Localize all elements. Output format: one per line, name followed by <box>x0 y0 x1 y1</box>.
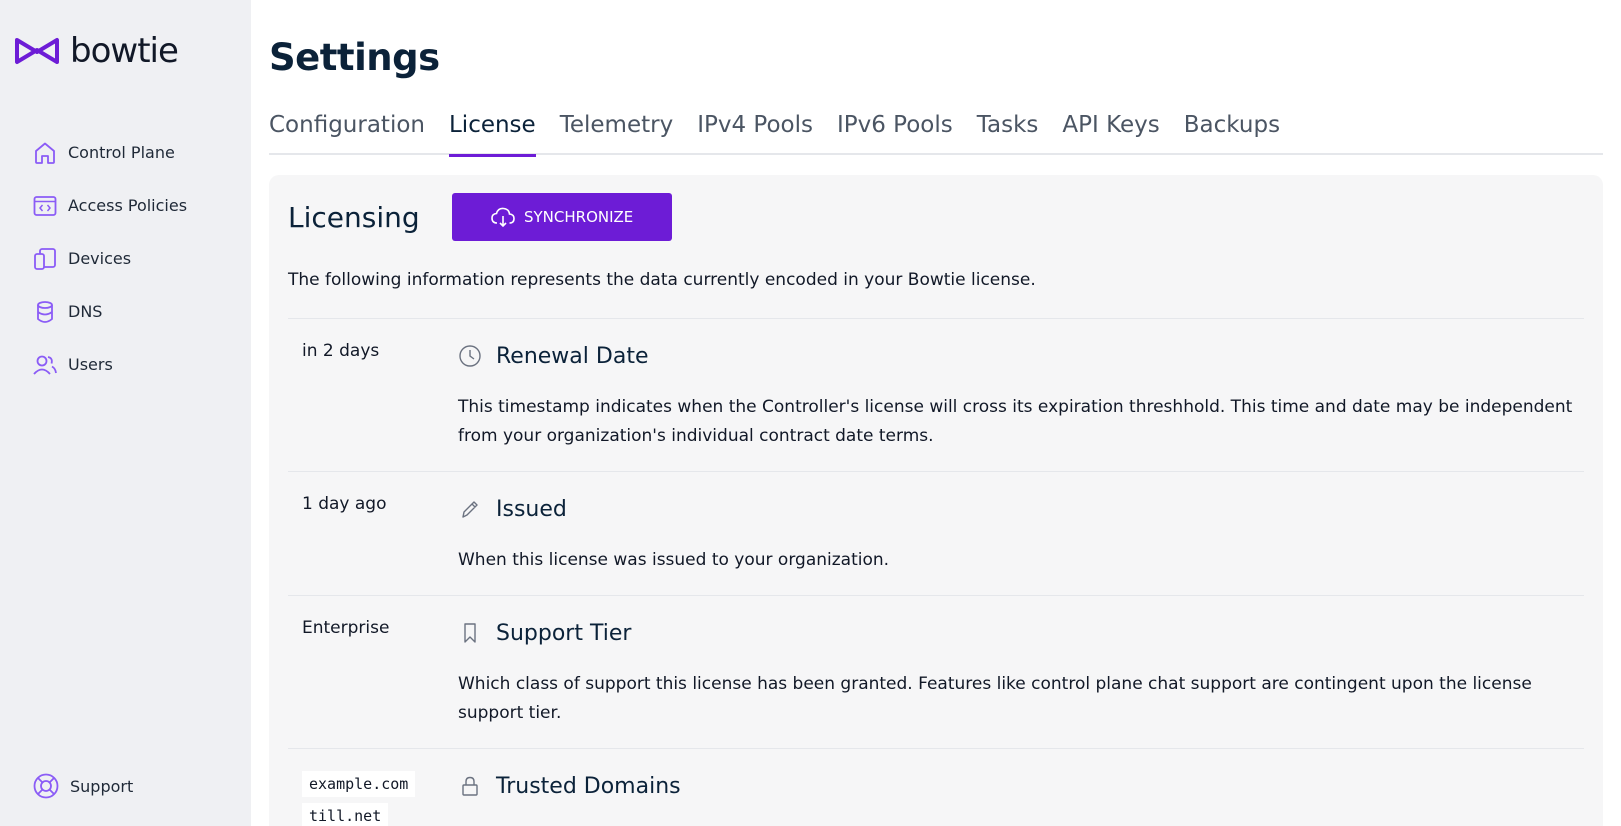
license-row-support-tier: Enterprise Support Tier Which class of s… <box>288 595 1584 748</box>
license-rows: in 2 days Renewal Date This timestamp in… <box>288 318 1584 826</box>
tab-ipv4-pools[interactable]: IPv4 Pools <box>697 112 813 155</box>
clock-icon <box>459 345 481 367</box>
issued-title: Issued <box>496 496 567 522</box>
licensing-header: Licensing SYNCHRONIZE <box>288 193 672 241</box>
devices-icon <box>34 247 56 270</box>
sidebar: bowtie Control Plane Access Policies Dev… <box>0 0 251 826</box>
license-row-renewal-date: in 2 days Renewal Date This timestamp in… <box>288 318 1584 471</box>
bowtie-logo[interactable]: bowtie <box>14 31 179 71</box>
sidebar-item-dns[interactable]: DNS <box>32 285 187 338</box>
home-icon <box>35 142 55 164</box>
lifebuoy-icon <box>33 773 59 799</box>
page-title: Settings <box>269 36 440 79</box>
sidebar-item-control-plane[interactable]: Control Plane <box>32 126 187 179</box>
tab-configuration[interactable]: Configuration <box>269 112 425 155</box>
issued-value: 1 day ago <box>302 494 387 514</box>
renewal-date-value: in 2 days <box>302 341 380 361</box>
sidebar-item-devices[interactable]: Devices <box>32 232 187 285</box>
sidebar-item-label: Devices <box>68 249 132 268</box>
synchronize-label: SYNCHRONIZE <box>523 208 634 226</box>
tab-telemetry[interactable]: Telemetry <box>560 112 673 155</box>
tab-license[interactable]: License <box>448 112 536 157</box>
support-tier-value: Enterprise <box>302 618 390 638</box>
sidebar-item-users[interactable]: Users <box>32 338 187 391</box>
tab-api-keys[interactable]: API Keys <box>1062 112 1159 155</box>
trusted-domains-list: example.com till.net <box>302 771 416 826</box>
support-label: Support <box>70 776 134 796</box>
support-tier-title: Support Tier <box>496 620 632 646</box>
pencil-icon <box>462 501 478 518</box>
issued-description: When this license was issued to your org… <box>458 550 890 570</box>
main-content: Settings Configuration License Telemetry… <box>251 0 1621 826</box>
license-row-issued: 1 day ago Issued When this license was i… <box>288 471 1584 595</box>
license-row-trusted-domains: example.com till.net Trusted Domains <box>288 748 1584 826</box>
synchronize-button[interactable]: SYNCHRONIZE <box>451 193 672 241</box>
bowtie-logo-icon <box>15 38 59 64</box>
trusted-domain: example.com <box>302 771 416 797</box>
code-window-icon <box>33 195 57 216</box>
database-icon <box>37 300 53 323</box>
sidebar-item-label: Users <box>68 355 113 374</box>
sidebar-item-access-policies[interactable]: Access Policies <box>32 179 187 232</box>
lock-icon <box>462 776 478 796</box>
trusted-domains-title: Trusted Domains <box>496 773 681 799</box>
licensing-description: The following information represents the… <box>288 270 1036 290</box>
licensing-panel: Licensing SYNCHRONIZE The following info… <box>269 175 1603 826</box>
users-icon <box>33 355 57 375</box>
tab-backups[interactable]: Backups <box>1184 112 1280 155</box>
settings-tabs: Configuration License Telemetry IPv4 Poo… <box>269 112 1603 157</box>
bookmark-icon <box>464 623 476 643</box>
licensing-title: Licensing <box>288 200 420 234</box>
renewal-date-description: This timestamp indicates when the Contro… <box>458 397 1573 446</box>
sidebar-item-label: Control Plane <box>68 143 175 162</box>
tab-ipv6-pools[interactable]: IPv6 Pools <box>837 112 953 155</box>
sidebar-item-support[interactable]: Support <box>32 772 133 800</box>
sidebar-item-label: DNS <box>68 302 103 321</box>
tab-tasks[interactable]: Tasks <box>977 112 1039 155</box>
renewal-date-title: Renewal Date <box>496 343 649 369</box>
brand-name: bowtie <box>70 31 179 71</box>
sidebar-item-label: Access Policies <box>68 196 188 215</box>
trusted-domain: till.net <box>302 803 389 826</box>
support-tier-description: Which class of support this license has … <box>458 674 1532 723</box>
sidebar-nav: Control Plane Access Policies Devices DN… <box>32 126 187 391</box>
cloud-download-icon <box>491 207 515 228</box>
